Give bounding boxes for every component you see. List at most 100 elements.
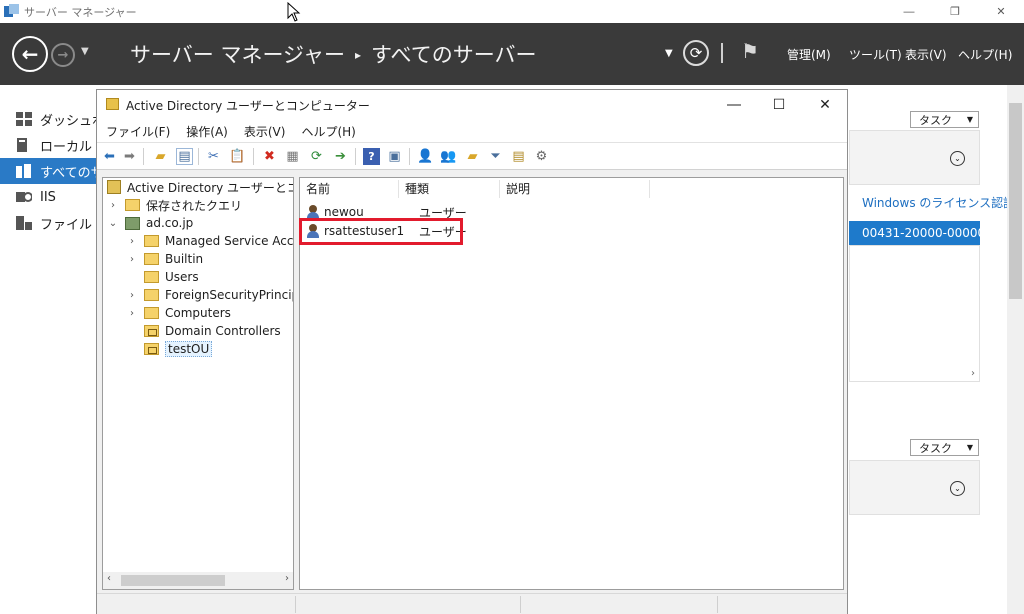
tree-item-saved-queries[interactable]: › 保存されたクエリ xyxy=(107,196,242,214)
license-column-header[interactable]: Windows のライセンス認証 xyxy=(862,194,1015,211)
aduc-minimize-button[interactable]: ― xyxy=(719,94,749,116)
server-manager-header: ← → ▼ サーバー マネージャー ▸ すべてのサーバー ▼ ⟳ ⚑ 管理(M) ツ… xyxy=(0,23,1024,85)
column-header-type[interactable]: 種類 xyxy=(399,180,500,198)
domain-icon xyxy=(125,216,140,230)
show-hide-tree-icon[interactable]: ▤ xyxy=(176,148,193,165)
sidebar-item-file-services[interactable]: ファイル サービス xyxy=(0,210,100,236)
column-header-description[interactable]: 説明 xyxy=(500,180,650,198)
sidebar-item-label: すべてのサーバー xyxy=(40,165,100,181)
tree-item-computers[interactable]: › Computers xyxy=(126,304,231,322)
menu-view[interactable]: 表示(V) xyxy=(905,46,947,63)
notifications-flag-icon[interactable]: ⚑ xyxy=(741,39,759,63)
tree-item-users[interactable]: Users xyxy=(126,268,199,286)
aduc-maximize-button[interactable]: ☐ xyxy=(764,94,794,116)
breadcrumb-current: すべてのサーバー xyxy=(371,43,537,67)
iis-icon xyxy=(16,192,32,202)
folder-icon xyxy=(144,253,159,265)
menu-help[interactable]: ヘルプ(H) xyxy=(958,46,1012,63)
tree-horizontal-scrollbar[interactable]: ‹ › xyxy=(103,572,293,589)
aduc-app-icon xyxy=(106,98,119,110)
tree-label: Managed Service Accounts xyxy=(165,234,294,248)
breadcrumb: サーバー マネージャー ▸ すべてのサーバー xyxy=(130,39,537,69)
new-ou-icon[interactable]: ▰ xyxy=(464,148,481,165)
menu-tools[interactable]: ツール(T) xyxy=(849,46,902,63)
menu-help[interactable]: ヘルプ(H) xyxy=(301,123,355,140)
sidebar-item-label: ダッシュボード xyxy=(40,113,100,129)
close-icon: ✕ xyxy=(819,97,831,113)
refresh-icon: ⟳ xyxy=(689,44,703,62)
back-button[interactable]: ← xyxy=(12,36,48,72)
header-dropdown-icon[interactable]: ▼ xyxy=(665,48,673,59)
aduc-close-button[interactable]: ✕ xyxy=(810,94,840,116)
forward-button[interactable]: → xyxy=(51,43,75,67)
breadcrumb-root[interactable]: サーバー マネージャー xyxy=(130,43,345,67)
tree-item-managed-service-accounts[interactable]: › Managed Service Accounts xyxy=(126,232,294,250)
expand-chevron-icon[interactable]: › xyxy=(126,236,138,247)
cut-icon[interactable]: ✂ xyxy=(205,148,222,165)
expand-chevron-icon[interactable]: › xyxy=(126,254,138,265)
sidebar-item-dashboard[interactable]: ダッシュボード xyxy=(0,106,100,132)
tree-item-domain-controllers[interactable]: Domain Controllers xyxy=(126,322,281,340)
menu-manage[interactable]: 管理(M) xyxy=(787,46,831,63)
properties-icon[interactable]: ▦ xyxy=(284,148,301,165)
server-manager-titlebar: サーバー マネージャー ― ❐ ✕ xyxy=(0,0,1024,23)
restore-button[interactable]: ❐ xyxy=(932,0,978,23)
tree-label: Domain Controllers xyxy=(165,324,281,338)
back-arrow-icon[interactable]: ⬅ xyxy=(101,148,118,165)
minimize-button[interactable]: ― xyxy=(886,0,932,23)
tree-item-builtin[interactable]: › Builtin xyxy=(126,250,203,268)
help-icon[interactable]: ? xyxy=(363,148,380,165)
expand-chevron-icon[interactable]: ⌄ xyxy=(950,151,965,166)
selected-server-row[interactable]: 00431-20000-00000-AA xyxy=(849,221,980,245)
menu-view[interactable]: 表示(V) xyxy=(244,123,286,140)
new-group-icon[interactable]: 👥 xyxy=(440,148,457,165)
refresh-icon[interactable]: ⟳ xyxy=(308,148,325,165)
divider xyxy=(721,43,723,63)
history-dropdown-icon[interactable]: ▼ xyxy=(81,46,89,57)
tasks-dropdown-bottom[interactable]: タスク ▼ xyxy=(910,439,979,456)
scrollbar-thumb[interactable] xyxy=(1009,103,1022,299)
up-folder-icon[interactable]: ▰ xyxy=(152,148,169,165)
scroll-left-icon[interactable]: ‹ xyxy=(107,573,111,584)
scrollbar-thumb[interactable] xyxy=(121,575,225,586)
expand-chevron-icon[interactable]: ⌄ xyxy=(950,481,965,496)
expand-chevron-icon[interactable]: › xyxy=(126,308,138,319)
window-title: サーバー マネージャー xyxy=(24,6,137,19)
refresh-button[interactable]: ⟳ xyxy=(683,40,709,66)
status-divider xyxy=(717,596,718,613)
delete-icon[interactable]: ✖ xyxy=(261,148,278,165)
tasks-label: タスク xyxy=(919,441,952,455)
toolbar-separator xyxy=(198,148,199,165)
tasks-dropdown-top[interactable]: タスク ▼ xyxy=(910,111,979,128)
collapse-chevron-icon[interactable]: ⌄ xyxy=(107,218,119,229)
sidebar-item-iis[interactable]: IIS xyxy=(0,184,100,210)
forward-arrow-icon[interactable]: ➡ xyxy=(121,148,138,165)
export-list-icon[interactable]: ➔ xyxy=(332,148,349,165)
status-bar xyxy=(97,593,847,614)
find-icon[interactable]: ▤ xyxy=(510,148,527,165)
tree-item-domain[interactable]: ⌄ ad.co.jp xyxy=(107,214,193,232)
tree-root[interactable]: Active Directory ユーザーとコンピューター xyxy=(107,178,293,196)
expand-chevron-icon[interactable]: › xyxy=(126,290,138,301)
scroll-right-icon[interactable]: › xyxy=(971,368,975,379)
column-header-name[interactable]: 名前 xyxy=(300,180,399,198)
delegate-icon[interactable]: ⚙ xyxy=(533,148,550,165)
new-user-icon[interactable]: 👤 xyxy=(417,148,434,165)
close-button[interactable]: ✕ xyxy=(978,0,1024,23)
expand-chevron-icon[interactable]: › xyxy=(107,200,119,211)
menu-file[interactable]: ファイル(F) xyxy=(106,123,170,140)
console-icon[interactable]: ▣ xyxy=(386,148,403,165)
servers-tile-header: ⌄ xyxy=(849,130,980,185)
aduc-root-icon xyxy=(107,180,121,194)
sidebar-item-local-server[interactable]: ローカル サーバー xyxy=(0,132,100,158)
toolbar-separator xyxy=(355,148,356,165)
tree-item-foreign-security-principals[interactable]: › ForeignSecurityPrincipals xyxy=(126,286,293,304)
tree-item-testou[interactable]: testOU xyxy=(126,340,213,358)
folder-icon xyxy=(144,271,159,283)
clipboard-icon[interactable]: 📋 xyxy=(229,148,246,165)
menu-action[interactable]: 操作(A) xyxy=(186,123,228,140)
scroll-right-icon[interactable]: › xyxy=(285,573,289,584)
filter-icon[interactable]: ⏷ xyxy=(487,148,504,165)
main-vertical-scrollbar[interactable] xyxy=(1007,85,1024,614)
sidebar-item-all-servers[interactable]: すべてのサーバー xyxy=(0,158,100,184)
